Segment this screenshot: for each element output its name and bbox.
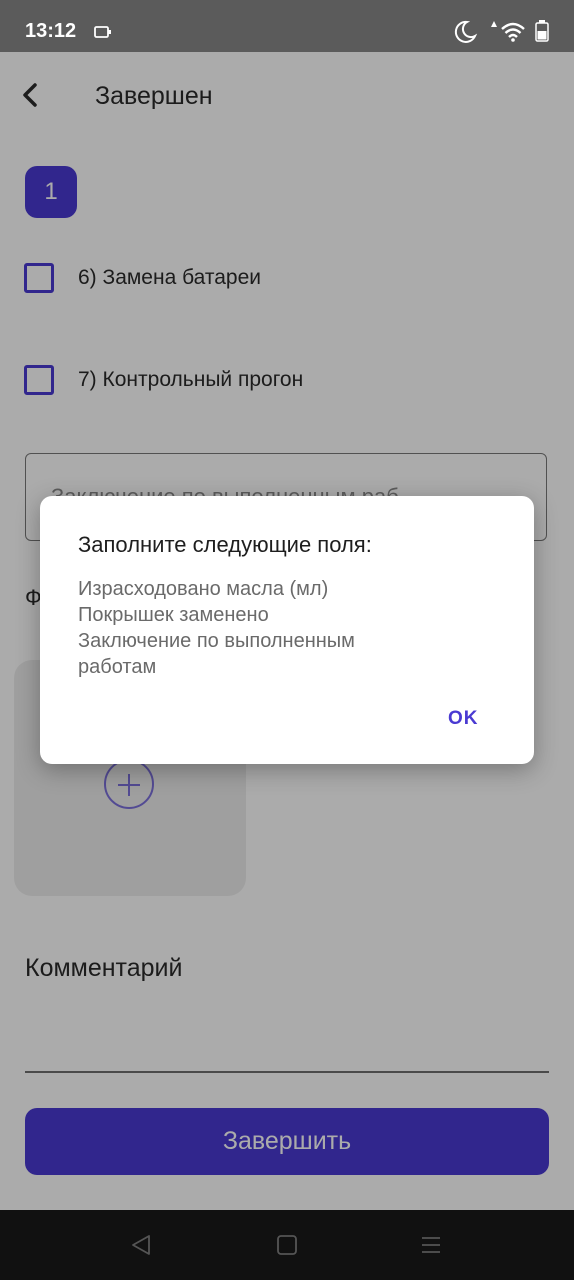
ok-button[interactable]: OK	[448, 708, 479, 730]
back-triangle-icon[interactable]	[130, 1234, 152, 1256]
system-nav-bar	[0, 1210, 574, 1280]
dialog-message: Израсходовано масла (мл) Покрышек замене…	[78, 576, 498, 680]
dialog-line: Заключение по выполненным	[78, 630, 355, 652]
moon-icon	[454, 20, 478, 43]
dialog-title: Заполните следующие поля:	[78, 532, 372, 557]
dialog-line: работам	[78, 656, 157, 678]
dialog-line: Израсходовано масла (мл)	[78, 578, 329, 600]
status-time: 13:12	[25, 20, 77, 42]
screen-record-icon	[94, 26, 111, 38]
dialog-line: Покрышек заменено	[78, 604, 269, 626]
wifi-icon	[491, 21, 525, 42]
menu-lines-icon[interactable]	[420, 1234, 442, 1256]
battery-icon	[535, 20, 549, 42]
required-fields-dialog: Заполните следующие поля: Израсходовано …	[40, 496, 534, 764]
home-square-icon[interactable]	[276, 1234, 298, 1256]
status-bar: 13:12	[0, 0, 574, 52]
